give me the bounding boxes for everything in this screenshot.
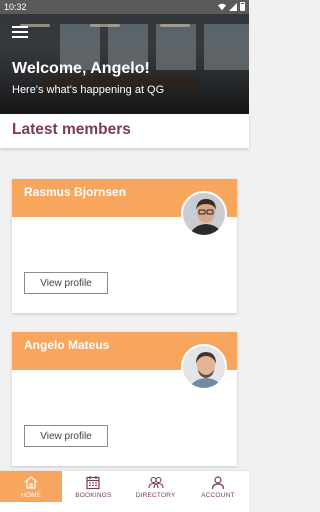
- member-card: Rasmus Bjornsen View profile: [12, 179, 237, 313]
- home-icon: [24, 476, 38, 489]
- signal-icon: [229, 2, 237, 11]
- nav-item-account[interactable]: ACCOUNT: [187, 471, 249, 502]
- view-profile-button[interactable]: View profile: [24, 272, 108, 294]
- wifi-icon: [218, 3, 226, 10]
- nav-label: DIRECTORY: [135, 492, 176, 499]
- status-time: 10:32: [4, 2, 27, 12]
- hero-banner: Welcome, Angelo! Here's what's happening…: [0, 14, 249, 114]
- welcome-title: Welcome, Angelo!: [12, 60, 150, 77]
- avatar[interactable]: [181, 191, 227, 237]
- nav-label: HOME: [20, 492, 42, 499]
- nav-label: ACCOUNT: [201, 492, 235, 499]
- system-gesture-bar: [0, 502, 249, 512]
- calendar-icon: [86, 476, 100, 490]
- nav-item-directory[interactable]: DIRECTORY: [125, 471, 187, 502]
- status-icons: [218, 2, 245, 11]
- member-name: Rasmus Bjornsen: [24, 185, 127, 199]
- section-header: Latest members: [0, 114, 249, 148]
- avatar[interactable]: [181, 344, 227, 390]
- member-name: Angelo Mateus: [24, 338, 110, 352]
- nav-item-home[interactable]: HOME: [0, 471, 63, 502]
- hamburger-menu-icon[interactable]: [12, 26, 28, 38]
- people-icon: [148, 476, 164, 489]
- section-title: Latest members: [12, 121, 131, 138]
- battery-icon: [240, 2, 245, 11]
- welcome-subtitle: Here's what's happening at QG: [12, 84, 165, 96]
- nav-item-bookings[interactable]: BOOKINGS: [62, 471, 124, 502]
- status-bar: 10:32: [0, 0, 249, 14]
- bottom-navigation: HOME BOOKINGS DIRECTORY ACCOUNT: [0, 470, 249, 502]
- nav-label: BOOKINGS: [75, 492, 112, 499]
- view-profile-button[interactable]: View profile: [24, 425, 108, 447]
- person-icon: [211, 476, 224, 490]
- member-card: Angelo Mateus View profile: [12, 332, 237, 466]
